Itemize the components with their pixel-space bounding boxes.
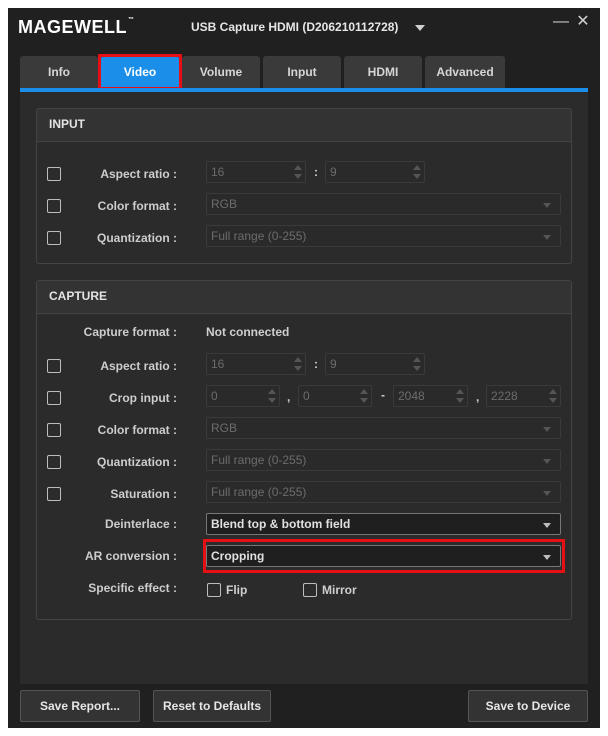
spin-arrows-icon[interactable] — [412, 164, 422, 180]
capture-aspect-width-field[interactable]: 16 — [206, 353, 306, 375]
input-group-header: INPUT — [37, 109, 571, 142]
crop-y1-field[interactable]: 0 — [298, 385, 372, 407]
tab-advanced[interactable]: Advanced — [425, 56, 505, 88]
ar-conversion-label: AR conversion : — [84, 549, 177, 563]
crop-separator: , — [287, 390, 291, 404]
capture-group: CAPTURE Capture format : Not connected A… — [36, 280, 572, 620]
tab-info[interactable]: Info — [20, 56, 98, 88]
app-window: MAGEWELL™ USB Capture HDMI (D20621011272… — [8, 8, 600, 728]
close-button[interactable]: ✕ — [573, 12, 593, 32]
aspect-separator: : — [314, 165, 318, 179]
video-panel: INPUT Aspect ratio : 16 : 9 Color format… — [20, 92, 588, 684]
capture-quantization-label: Quantization : — [97, 455, 177, 469]
input-quantization-select[interactable]: Full range (0-255) — [206, 225, 561, 247]
chevron-down-icon — [543, 235, 551, 240]
deinterlace-label: Deinterlace : — [104, 517, 177, 531]
crop-separator: - — [381, 388, 385, 402]
capture-color-format-label: Color format : — [97, 423, 177, 437]
input-color-format-select[interactable]: RGB — [206, 193, 561, 215]
chevron-down-icon — [543, 427, 551, 432]
spin-arrows-icon[interactable] — [293, 356, 303, 372]
capture-aspect-height-field[interactable]: 9 — [325, 353, 425, 375]
ar-conversion-select[interactable]: Cropping — [206, 545, 561, 567]
capture-aspect-ratio-label: Aspect ratio : — [100, 359, 177, 373]
crop-x1-field[interactable]: 0 — [206, 385, 280, 407]
capture-quantization-select[interactable]: Full range (0-255) — [206, 449, 561, 471]
mirror-checkbox[interactable] — [303, 583, 317, 597]
crop-y2-field[interactable]: 2228 — [486, 385, 561, 407]
spin-arrows-icon[interactable] — [548, 388, 558, 404]
input-color-format-label: Color format : — [97, 199, 177, 213]
capture-group-title: CAPTURE — [49, 289, 108, 303]
chevron-down-icon — [543, 459, 551, 464]
reset-defaults-button[interactable]: Reset to Defaults — [153, 690, 271, 722]
specific-effect-label: Specific effect : — [88, 581, 177, 595]
capture-color-format-select[interactable]: RGB — [206, 417, 561, 439]
save-report-button[interactable]: Save Report... — [20, 690, 140, 722]
minimize-button[interactable]: — — [551, 12, 571, 32]
deinterlace-select[interactable]: Blend top & bottom field — [206, 513, 561, 535]
spin-arrows-icon[interactable] — [412, 356, 422, 372]
capture-format-label: Capture format : — [83, 325, 177, 339]
saturation-select[interactable]: Full range (0-255) — [206, 481, 561, 503]
crop-separator: , — [476, 390, 480, 404]
capture-group-header: CAPTURE — [37, 281, 571, 314]
capture-format-value: Not connected — [206, 325, 290, 339]
crop-x2-field[interactable]: 2048 — [393, 385, 468, 407]
spin-arrows-icon[interactable] — [359, 388, 369, 404]
mirror-label: Mirror — [322, 583, 357, 597]
magewell-logo: MAGEWELL™ — [18, 17, 135, 37]
tab-volume[interactable]: Volume — [182, 56, 260, 88]
chevron-down-icon — [543, 491, 551, 496]
aspect-separator: : — [314, 357, 318, 371]
crop-input-label: Crop input : — [109, 391, 177, 405]
chevron-down-icon[interactable] — [415, 25, 425, 31]
tab-hdmi[interactable]: HDMI — [344, 56, 422, 88]
chevron-down-icon — [543, 523, 551, 528]
input-aspect-ratio-label: Aspect ratio : — [100, 167, 177, 181]
spin-arrows-icon[interactable] — [293, 164, 303, 180]
input-quantization-label: Quantization : — [97, 231, 177, 245]
footer-bar: Save Report... Reset to Defaults Save to… — [20, 684, 588, 728]
chevron-down-icon — [543, 555, 551, 560]
input-aspect-width-field[interactable]: 16 — [206, 161, 306, 183]
chevron-down-icon — [543, 203, 551, 208]
input-aspect-height-field[interactable]: 9 — [325, 161, 425, 183]
save-to-device-button[interactable]: Save to Device — [468, 690, 588, 722]
flip-label: Flip — [226, 583, 248, 597]
spin-arrows-icon[interactable] — [455, 388, 465, 404]
tab-input[interactable]: Input — [263, 56, 341, 88]
tab-video[interactable]: Video — [101, 56, 179, 88]
saturation-label: Saturation : — [110, 487, 177, 501]
spin-arrows-icon[interactable] — [267, 388, 277, 404]
device-select[interactable]: USB Capture HDMI (D206210112728) — [191, 20, 398, 34]
input-group-title: INPUT — [49, 117, 85, 131]
flip-checkbox[interactable] — [207, 583, 221, 597]
input-group: INPUT Aspect ratio : 16 : 9 Color format… — [36, 108, 572, 264]
